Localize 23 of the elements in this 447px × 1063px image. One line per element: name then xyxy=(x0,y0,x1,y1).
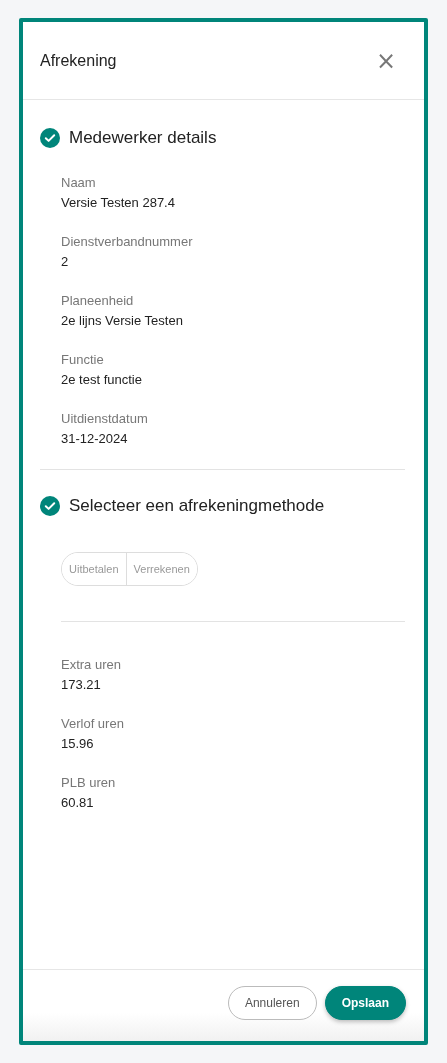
field-value: 60.81 xyxy=(61,794,95,811)
save-button[interactable]: Opslaan xyxy=(324,986,406,1020)
field-label: Naam xyxy=(61,174,97,191)
method-option[interactable]: Verrekenen xyxy=(125,553,197,585)
field-label: Uitdienstdatum xyxy=(61,410,149,427)
field-value: 2 xyxy=(61,253,70,270)
field-value: Versie Testen 287.4 xyxy=(61,194,176,211)
field-label: Dienstverbandnummer xyxy=(61,233,194,250)
field-value: 2e lijns Versie Testen xyxy=(61,312,184,329)
field-value: 15.96 xyxy=(61,735,95,752)
section-title: Selecteer een afrekeningmethode xyxy=(69,496,325,516)
field-label: Functie xyxy=(61,351,105,368)
dialog-title: Afrekening xyxy=(40,51,117,70)
field-value: 31-12-2024 xyxy=(61,430,129,447)
field-label: PLB uren xyxy=(61,774,117,791)
field-label: Planeenheid xyxy=(61,292,135,309)
field-label: Extra uren xyxy=(61,656,122,673)
section-title: Medewerker details xyxy=(69,128,217,148)
field-value: 173.21 xyxy=(61,676,102,693)
field-label: Verlof uren xyxy=(61,715,125,732)
cancel-button[interactable]: Annuleren xyxy=(227,986,317,1020)
field-value: 2e test functie xyxy=(61,371,143,388)
close-button[interactable]: × xyxy=(367,48,404,73)
